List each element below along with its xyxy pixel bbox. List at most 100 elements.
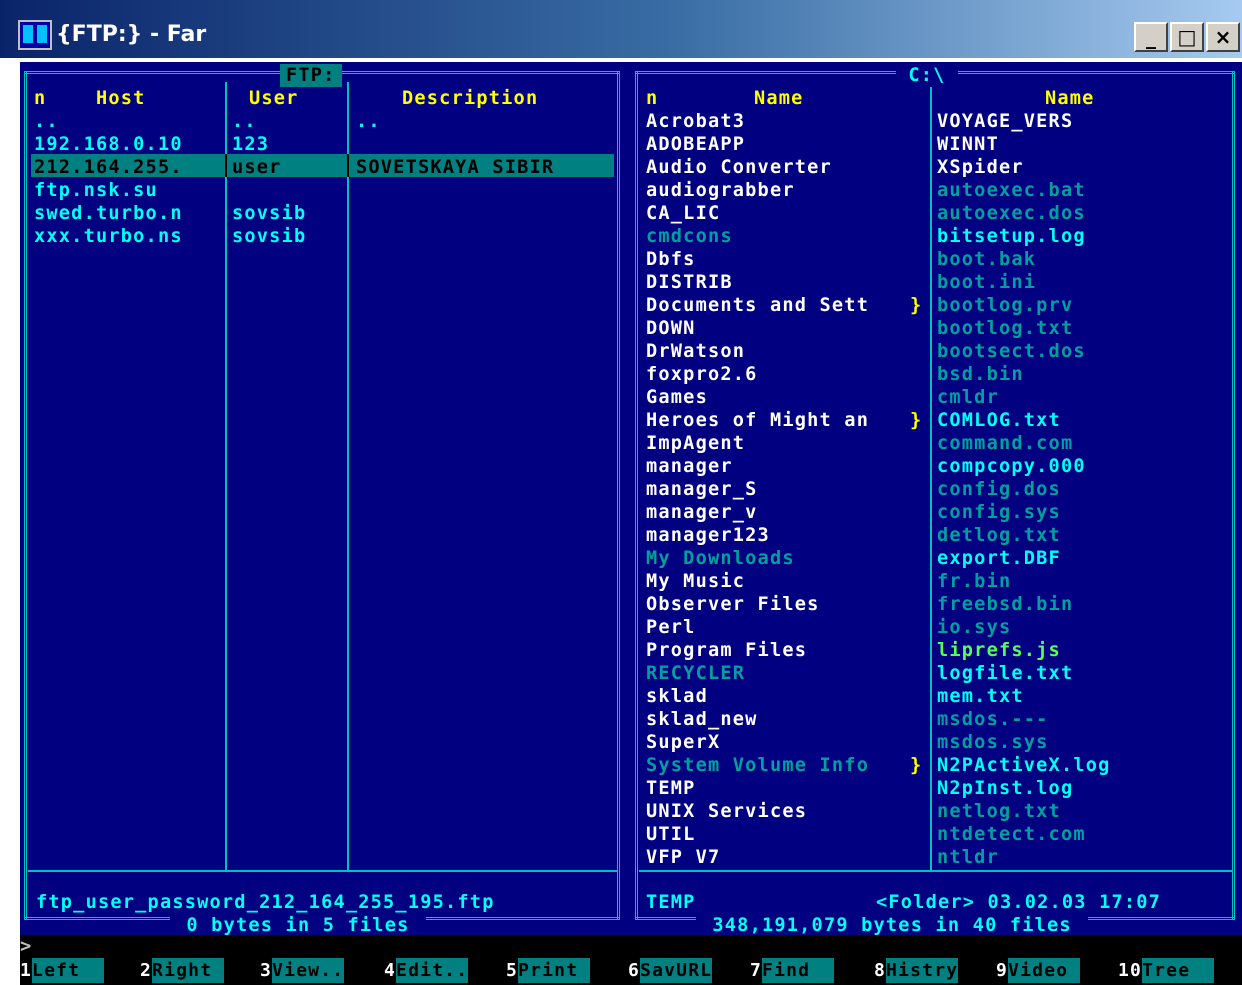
file-list-item[interactable]: RECYCLER <box>646 662 745 685</box>
ftp-row-user[interactable]: sovsib <box>232 202 306 225</box>
file-list-item[interactable]: liprefs.js <box>937 639 1061 662</box>
fkey-3[interactable]: 3View.. <box>260 958 345 983</box>
file-list-item[interactable]: N2pInst.log <box>937 777 1073 800</box>
file-list-item[interactable]: Heroes of Might an <box>646 409 869 432</box>
file-list-item[interactable]: WINNT <box>937 133 999 156</box>
file-list-item[interactable]: mem.txt <box>937 685 1024 708</box>
file-list-item[interactable]: Perl <box>646 616 696 639</box>
file-list-item[interactable]: ImpAgent <box>646 432 745 455</box>
file-list-item[interactable]: DrWatson <box>646 340 745 363</box>
ftp-row-host[interactable]: 192.168.0.10 <box>34 133 183 156</box>
file-list-item[interactable]: N2PActiveX.log <box>937 754 1111 777</box>
fkey-1[interactable]: 1Left <box>20 958 105 983</box>
file-list-item[interactable]: VFP V7 <box>646 846 720 869</box>
file-list-item[interactable]: DOWN <box>646 317 696 340</box>
file-list-item[interactable]: Acrobat3 <box>646 110 745 133</box>
file-list-item[interactable]: Audio Converter <box>646 156 832 179</box>
file-list-item[interactable]: audiograbber <box>646 179 795 202</box>
file-list-item[interactable]: msdos.--- <box>937 708 1049 731</box>
file-list-item[interactable]: bitsetup.log <box>937 225 1086 248</box>
file-list-item[interactable]: boot.bak <box>937 248 1036 271</box>
file-list-item[interactable]: UNIX Services <box>646 800 807 823</box>
ftp-row-user-selected[interactable]: user <box>232 156 282 179</box>
file-list-item[interactable]: export.DBF <box>937 547 1061 570</box>
file-list-item[interactable]: manager_v <box>646 501 758 524</box>
ftp-row-host[interactable]: xxx.turbo.ns <box>34 225 183 248</box>
ftp-row-user[interactable]: 123 <box>232 133 269 156</box>
file-list-item[interactable]: ntldr <box>937 846 999 869</box>
file-list-item[interactable]: io.sys <box>937 616 1011 639</box>
file-list-item[interactable]: freebsd.bin <box>937 593 1073 616</box>
right-col-name-1[interactable]: Name <box>754 87 804 110</box>
file-list-item[interactable]: cmldr <box>937 386 999 409</box>
file-list-item[interactable]: command.com <box>937 432 1073 455</box>
file-list-item[interactable]: My Downloads <box>646 547 795 570</box>
ftp-row-user[interactable]: .. <box>232 110 257 133</box>
file-list-item[interactable]: Dbfs <box>646 248 696 271</box>
file-list-item[interactable]: bootlog.prv <box>937 294 1073 317</box>
left-col-user[interactable]: User <box>249 87 299 110</box>
fkey-7[interactable]: 7Find <box>750 958 835 983</box>
ftp-row-desc-selected[interactable]: SOVETSKAYA SIBIR <box>356 156 554 179</box>
fkey-8[interactable]: 8Histry <box>874 958 959 983</box>
file-list-item[interactable]: manager <box>646 455 733 478</box>
file-list-item[interactable]: autoexec.bat <box>937 179 1086 202</box>
maximize-button[interactable]: □ <box>1170 22 1204 52</box>
file-list-item[interactable]: COMLOG.txt <box>937 409 1061 432</box>
close-button[interactable]: × <box>1206 22 1240 52</box>
file-list-item[interactable]: autoexec.dos <box>937 202 1086 225</box>
file-list-item[interactable]: config.sys <box>937 501 1061 524</box>
fkey-9[interactable]: 9Video <box>996 958 1081 983</box>
left-col-host[interactable]: Host <box>96 87 146 110</box>
fkey-5[interactable]: 5Print <box>506 958 591 983</box>
fkey-4[interactable]: 4Edit.. <box>384 958 469 983</box>
file-list-item[interactable]: UTIL <box>646 823 696 846</box>
file-list-item[interactable]: System Volume Info <box>646 754 869 777</box>
file-list-item[interactable]: compcopy.000 <box>937 455 1086 478</box>
far-app-icon[interactable] <box>18 20 52 50</box>
file-list-item[interactable]: Observer Files <box>646 593 820 616</box>
file-list-item[interactable]: DISTRIB <box>646 271 733 294</box>
file-list-item[interactable]: fr.bin <box>937 570 1011 593</box>
minimize-button[interactable]: _ <box>1134 22 1168 52</box>
file-list-item[interactable]: ADOBEAPP <box>646 133 745 156</box>
ftp-row-host[interactable]: swed.turbo.n <box>34 202 183 225</box>
file-list-item[interactable]: Documents and Sett <box>646 294 869 317</box>
fkey-2[interactable]: 2Right <box>140 958 225 983</box>
file-list-item[interactable]: bootsect.dos <box>937 340 1086 363</box>
file-list-item[interactable]: TEMP <box>646 777 696 800</box>
file-list-item[interactable]: msdos.sys <box>937 731 1049 754</box>
file-list-item[interactable]: detlog.txt <box>937 524 1061 547</box>
file-list-item[interactable]: SuperX <box>646 731 720 754</box>
file-list-item[interactable]: sklad_new <box>646 708 758 731</box>
fkey-6[interactable]: 6SavURL <box>628 958 713 983</box>
fkey-10[interactable]: 10Tree <box>1118 958 1215 983</box>
ftp-row-user[interactable]: sovsib <box>232 225 306 248</box>
file-list-item[interactable]: Games <box>646 386 708 409</box>
file-list-item[interactable]: boot.ini <box>937 271 1036 294</box>
file-list-item[interactable]: netlog.txt <box>937 800 1061 823</box>
ftp-row-host-selected[interactable]: 212.164.255. <box>34 156 183 179</box>
file-list-item[interactable]: bsd.bin <box>937 363 1024 386</box>
ftp-row-host[interactable]: ftp.nsk.su <box>34 179 158 202</box>
file-list-item[interactable]: bootlog.txt <box>937 317 1073 340</box>
file-list-item[interactable]: sklad <box>646 685 708 708</box>
file-list-item[interactable]: XSpider <box>937 156 1024 179</box>
file-list-item[interactable]: logfile.txt <box>937 662 1073 685</box>
file-list-item[interactable]: manager123 <box>646 524 770 547</box>
right-col-name-2[interactable]: Name <box>1045 87 1095 110</box>
ftp-row-desc[interactable]: .. <box>356 110 381 133</box>
file-list-item[interactable]: manager_S <box>646 478 758 501</box>
command-line[interactable]: > <box>20 935 1242 958</box>
file-list-item[interactable]: foxpro2.6 <box>646 363 758 386</box>
file-list-item[interactable]: config.dos <box>937 478 1061 501</box>
file-list-item[interactable]: ntdetect.com <box>937 823 1086 846</box>
file-list-item[interactable]: Program Files <box>646 639 807 662</box>
left-col-description[interactable]: Description <box>402 87 538 110</box>
file-list-item[interactable]: cmdcons <box>646 225 733 248</box>
file-list-item[interactable]: VOYAGE_VERS <box>937 110 1073 133</box>
file-list-item[interactable]: CA_LIC <box>646 202 720 225</box>
ftp-row-host[interactable]: .. <box>34 110 59 133</box>
file-list-item[interactable]: My Music <box>646 570 745 593</box>
fkey-number: 10 <box>1118 960 1143 981</box>
